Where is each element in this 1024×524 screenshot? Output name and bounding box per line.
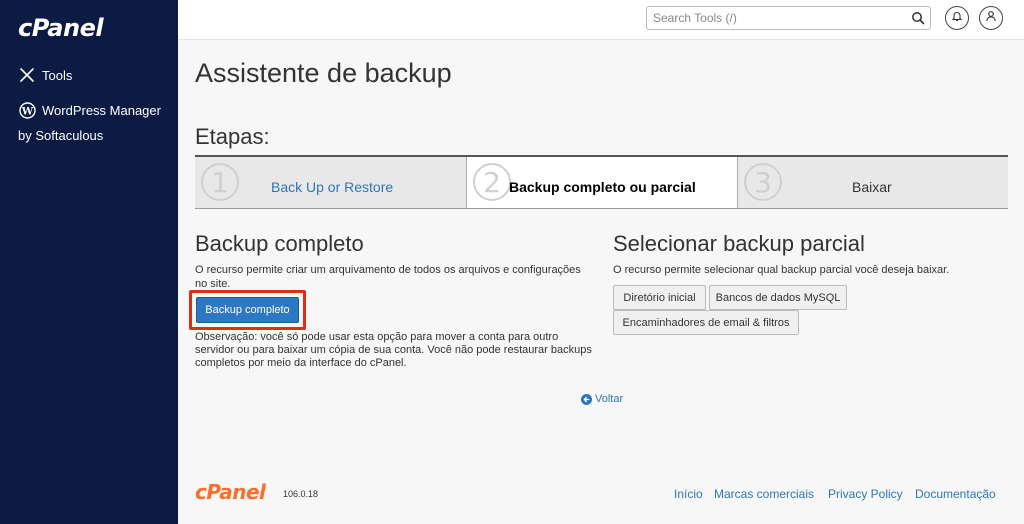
svg-text:W: W	[20, 106, 33, 117]
bell-icon	[951, 9, 963, 27]
step-number: 3	[744, 163, 782, 201]
notifications-button[interactable]	[945, 6, 969, 30]
full-backup-heading: Backup completo	[195, 231, 364, 256]
step-backup-type: 2 Backup completo ou parcial	[467, 157, 738, 208]
full-backup-description: O recurso permite criar um arquivamento …	[195, 264, 581, 290]
wizard-steps: 1 Back Up or Restore 2 Backup completo o…	[195, 155, 1008, 209]
cpanel-logo[interactable]: cPanel	[18, 14, 104, 42]
sidebar-item-label: Tools	[42, 67, 73, 83]
top-bar	[178, 0, 1024, 40]
step-label: Baixar	[852, 179, 892, 195]
back-link-label: Voltar	[595, 393, 624, 405]
tools-icon	[18, 66, 36, 84]
wordpress-icon: W	[18, 101, 36, 119]
search-input[interactable]	[653, 10, 903, 26]
step-label[interactable]: Back Up or Restore	[271, 179, 393, 195]
footer-cpanel-logo[interactable]: cPanel	[195, 480, 266, 504]
step-label: Backup completo ou parcial	[509, 179, 696, 195]
step-download: 3 Baixar	[738, 157, 1008, 208]
user-menu-button[interactable]	[979, 6, 1003, 30]
user-icon	[985, 9, 997, 27]
sidebar-item-wordpress[interactable]: W WordPress Manager	[18, 101, 161, 119]
partial-backup-description: O recurso permite selecionar qual backup…	[613, 264, 950, 276]
footer-link-documentation[interactable]: Documentação	[915, 487, 996, 501]
search-box[interactable]	[646, 6, 931, 30]
home-directory-button[interactable]: Diretório inicial	[613, 285, 706, 310]
steps-heading: Etapas:	[195, 124, 270, 149]
footer-link-trademarks[interactable]: Marcas comerciais	[714, 487, 814, 501]
full-backup-button[interactable]: Backup completo	[196, 297, 299, 323]
partial-backup-heading: Selecionar backup parcial	[613, 231, 865, 256]
search-icon[interactable]	[911, 11, 925, 25]
sidebar-item-tools[interactable]: Tools	[18, 66, 72, 84]
footer-link-home[interactable]: Início	[674, 487, 703, 501]
arrow-left-circle-icon	[581, 393, 592, 405]
step-number: 1	[201, 163, 239, 201]
mysql-databases-button[interactable]: Bancos de dados MySQL	[709, 285, 847, 310]
page-title: Assistente de backup	[195, 58, 452, 88]
sidebar: cPanel Tools W WordPress Manager by Soft…	[0, 0, 178, 524]
step-backup-or-restore[interactable]: 1 Back Up or Restore	[195, 157, 467, 208]
back-link[interactable]: Voltar	[581, 393, 623, 405]
sidebar-item-label-2[interactable]: by Softaculous	[18, 128, 103, 143]
full-backup-note: Observação: você só pode usar esta opção…	[195, 331, 592, 369]
sidebar-item-label: WordPress Manager	[42, 102, 161, 118]
step-number: 2	[473, 163, 511, 201]
version-label: 106.0.18	[283, 489, 319, 499]
footer-link-privacy[interactable]: Privacy Policy	[828, 487, 903, 501]
email-forwarders-button[interactable]: Encaminhadores de email & filtros	[613, 310, 799, 335]
